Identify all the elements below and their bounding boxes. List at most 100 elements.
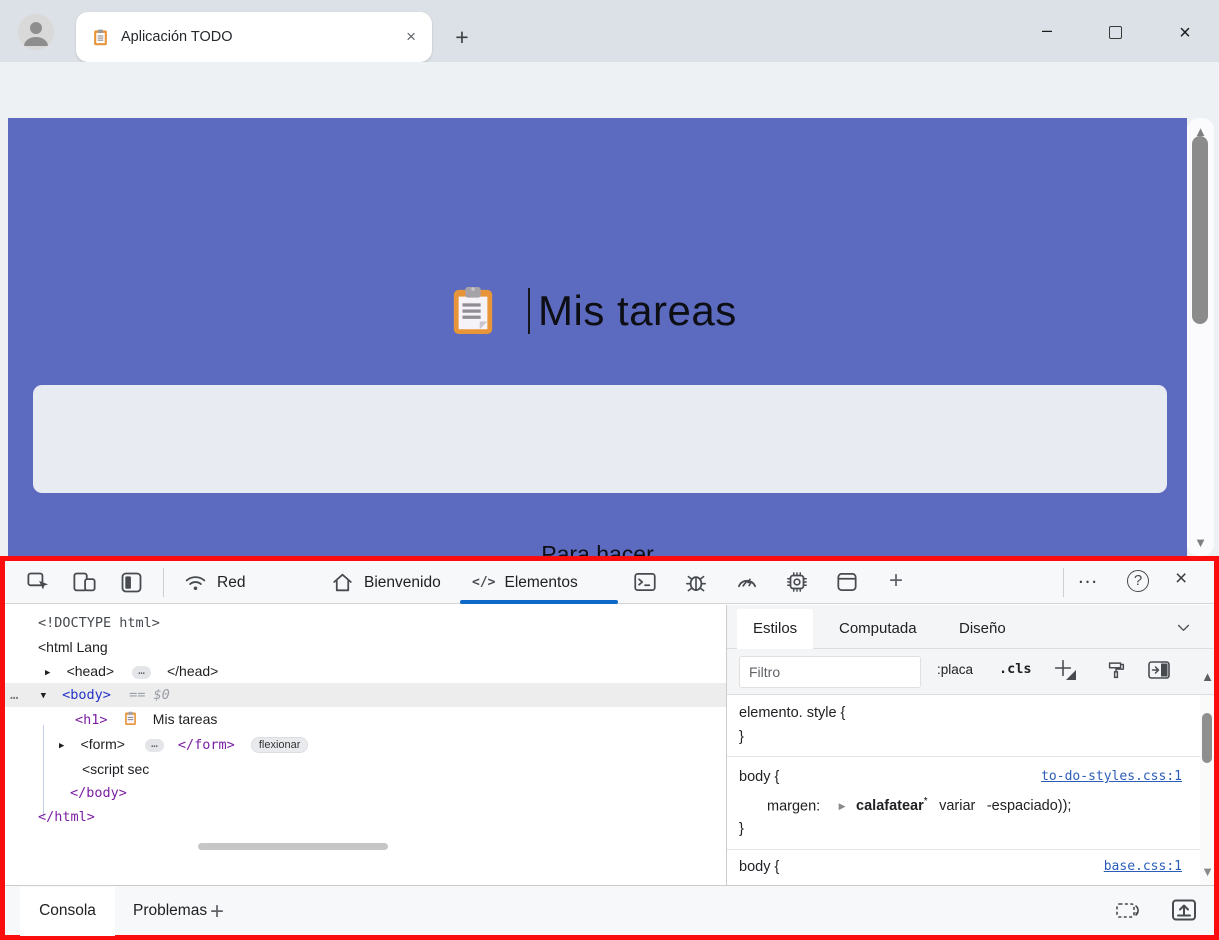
scroll-down-icon[interactable]: ▼ [1194,864,1219,879]
page-heading: Mis tareas [450,286,737,336]
focus-mode-button[interactable] [118,569,145,596]
dom-node-body-close[interactable]: </body> [5,781,726,805]
dropdown-corner [1066,670,1076,680]
flex-badge[interactable]: flexionar [251,737,309,753]
dom-node-h1[interactable]: <h1> Mis tareas [5,707,726,731]
performance-button[interactable] [734,569,760,595]
new-style-rule-button[interactable] [1052,657,1074,679]
console-panel-button[interactable] [632,569,658,595]
device-emulation-button[interactable] [71,569,98,596]
code-icon: </> [472,575,495,590]
dom-node-html-close[interactable]: </html> [5,805,726,829]
tab-console[interactable]: Consola [20,887,115,936]
person-icon [18,14,54,50]
page-scrollbar[interactable]: ▲ ▼ [1187,118,1214,556]
tab-welcome-label: Bienvenido [364,574,441,592]
inline-style-selector[interactable]: elemento. style { [739,705,1200,721]
expand-arrow-icon[interactable]: ▶ [59,741,64,751]
new-tab-button[interactable]: + [448,24,476,52]
tab-styles[interactable]: Estilos [737,609,813,649]
css-value-bold[interactable]: calafatear [856,798,924,814]
chevron-down-icon[interactable] [1175,619,1192,636]
window-close-button[interactable]: × [1170,20,1200,46]
collapsed-content-ellipsis[interactable]: … [145,739,164,752]
browser-toolbar: ← https://microsoftedge.github.io/Demos/… [0,62,1219,118]
styles-pane: Estilos Computada Diseño :placa .cls [727,605,1214,885]
more-tabs-button[interactable]: + [889,567,903,595]
tab-title: Aplicación TODO [121,29,402,45]
css-value-end[interactable]: -espaciado)); [987,798,1072,814]
tab-network-label: Red [217,574,245,592]
devtools-close-button[interactable]: × [1175,567,1187,591]
element-class-button[interactable]: .cls [999,661,1032,677]
styles-scrollbar-thumb[interactable] [1202,713,1212,763]
devtools-more-options-button[interactable]: … [1077,565,1099,589]
app-title: Mis tareas [538,287,737,335]
memory-button[interactable] [784,569,810,595]
dom-node-body-selected[interactable]: … ▼ <body> == $0 [5,683,726,707]
styles-toolbar: :placa .cls [727,649,1214,695]
devtools-toolbar: Red Bienvenido </> Elementos [5,561,1214,604]
tab-elements[interactable]: </> Elementos [472,561,578,604]
styles-tab-bar: Estilos Computada Diseño [727,605,1214,649]
dom-horizontal-scrollbar-thumb[interactable] [198,843,388,850]
application-button[interactable] [834,569,860,595]
stylesheet-link[interactable]: to-do-styles.css:1 [1041,769,1182,784]
text-caret [528,288,530,334]
expand-panel-button[interactable] [1170,897,1198,923]
tab-strip: Aplicación TODO × + – × [0,0,1219,62]
tab-elements-label: Elementos [504,574,577,592]
console-drawer: Consola Problemas + [5,885,1214,935]
node-menu-dots[interactable]: … [10,687,18,703]
tab-layout[interactable]: Diseño [943,609,1022,649]
drawer-more-tools-button[interactable]: + [210,898,224,926]
home-icon [330,570,355,595]
dom-node-script[interactable]: <script sec [5,757,726,781]
tab-close-icon[interactable]: × [402,27,420,47]
window-maximize-button[interactable] [1100,20,1130,46]
dom-node-doctype[interactable]: <!DOCTYPE html> [5,611,726,635]
value-expand-icon[interactable]: ▶ [839,801,846,811]
scroll-up-icon[interactable]: ▲ [1194,669,1219,684]
profile-avatar[interactable] [18,14,54,50]
css-value-mid[interactable]: variar [939,798,975,814]
format-paint-button[interactable] [1105,659,1127,681]
maximize-icon [1109,26,1122,39]
wifi-icon [183,570,208,595]
tab-favicon-clipboard-icon [92,29,109,46]
styles-filter-input[interactable] [739,656,921,688]
pseudo-state-button[interactable]: :placa [937,662,973,677]
style-rule-body-base[interactable]: body { base.css:1 [727,850,1200,885]
style-rule-body-todo[interactable]: body { to-do-styles.css:1 margen: ▶ cala… [727,757,1200,850]
window-minimize-button[interactable]: – [1032,20,1062,46]
tab-computed[interactable]: Computada [823,609,933,649]
stylesheet-link[interactable]: base.css:1 [1104,859,1182,874]
page-viewport: Mis tareas + Agregar una tarea → Para ha… [0,118,1219,556]
dom-node-form[interactable]: ▶ <form> … </form> flexionar [5,732,726,756]
browser-tab[interactable]: Aplicación TODO × [76,12,432,62]
tab-problems[interactable]: Problemas [133,887,207,936]
style-rule-inline[interactable]: elemento. style { } [727,695,1200,757]
page-scrollbar-thumb[interactable] [1192,136,1208,324]
active-tab-underline [460,600,618,604]
css-value-asterisk: * [924,796,928,807]
clipboard-icon [450,286,496,336]
add-task-bar[interactable]: + Agregar una tarea → [33,385,1167,493]
dom-node-html-open[interactable]: <html Lang [5,635,726,659]
scroll-down-icon[interactable]: ▼ [1187,535,1214,550]
css-property-name[interactable]: margen: [767,798,820,814]
tab-network[interactable]: Red [183,561,245,604]
devtools-panel: Red Bienvenido </> Elementos [0,556,1219,940]
styles-scrollbar[interactable]: ▲ ▼ [1200,695,1214,885]
devtools-help-button[interactable]: ? [1127,570,1149,592]
expand-arrow-icon[interactable]: ▶ [45,668,50,678]
restart-frame-button[interactable] [1115,898,1143,924]
inspect-element-button[interactable] [25,569,52,596]
tab-welcome[interactable]: Bienvenido [330,561,441,604]
dom-node-head[interactable]: ▶ <head> … </head> [5,659,726,683]
clipboard-mini-icon [124,711,137,726]
collapse-arrow-icon[interactable]: ▼ [41,691,46,701]
toggle-sidebar-button[interactable] [1147,659,1171,681]
debugger-button[interactable] [683,569,709,595]
collapsed-content-ellipsis[interactable]: … [132,666,151,679]
